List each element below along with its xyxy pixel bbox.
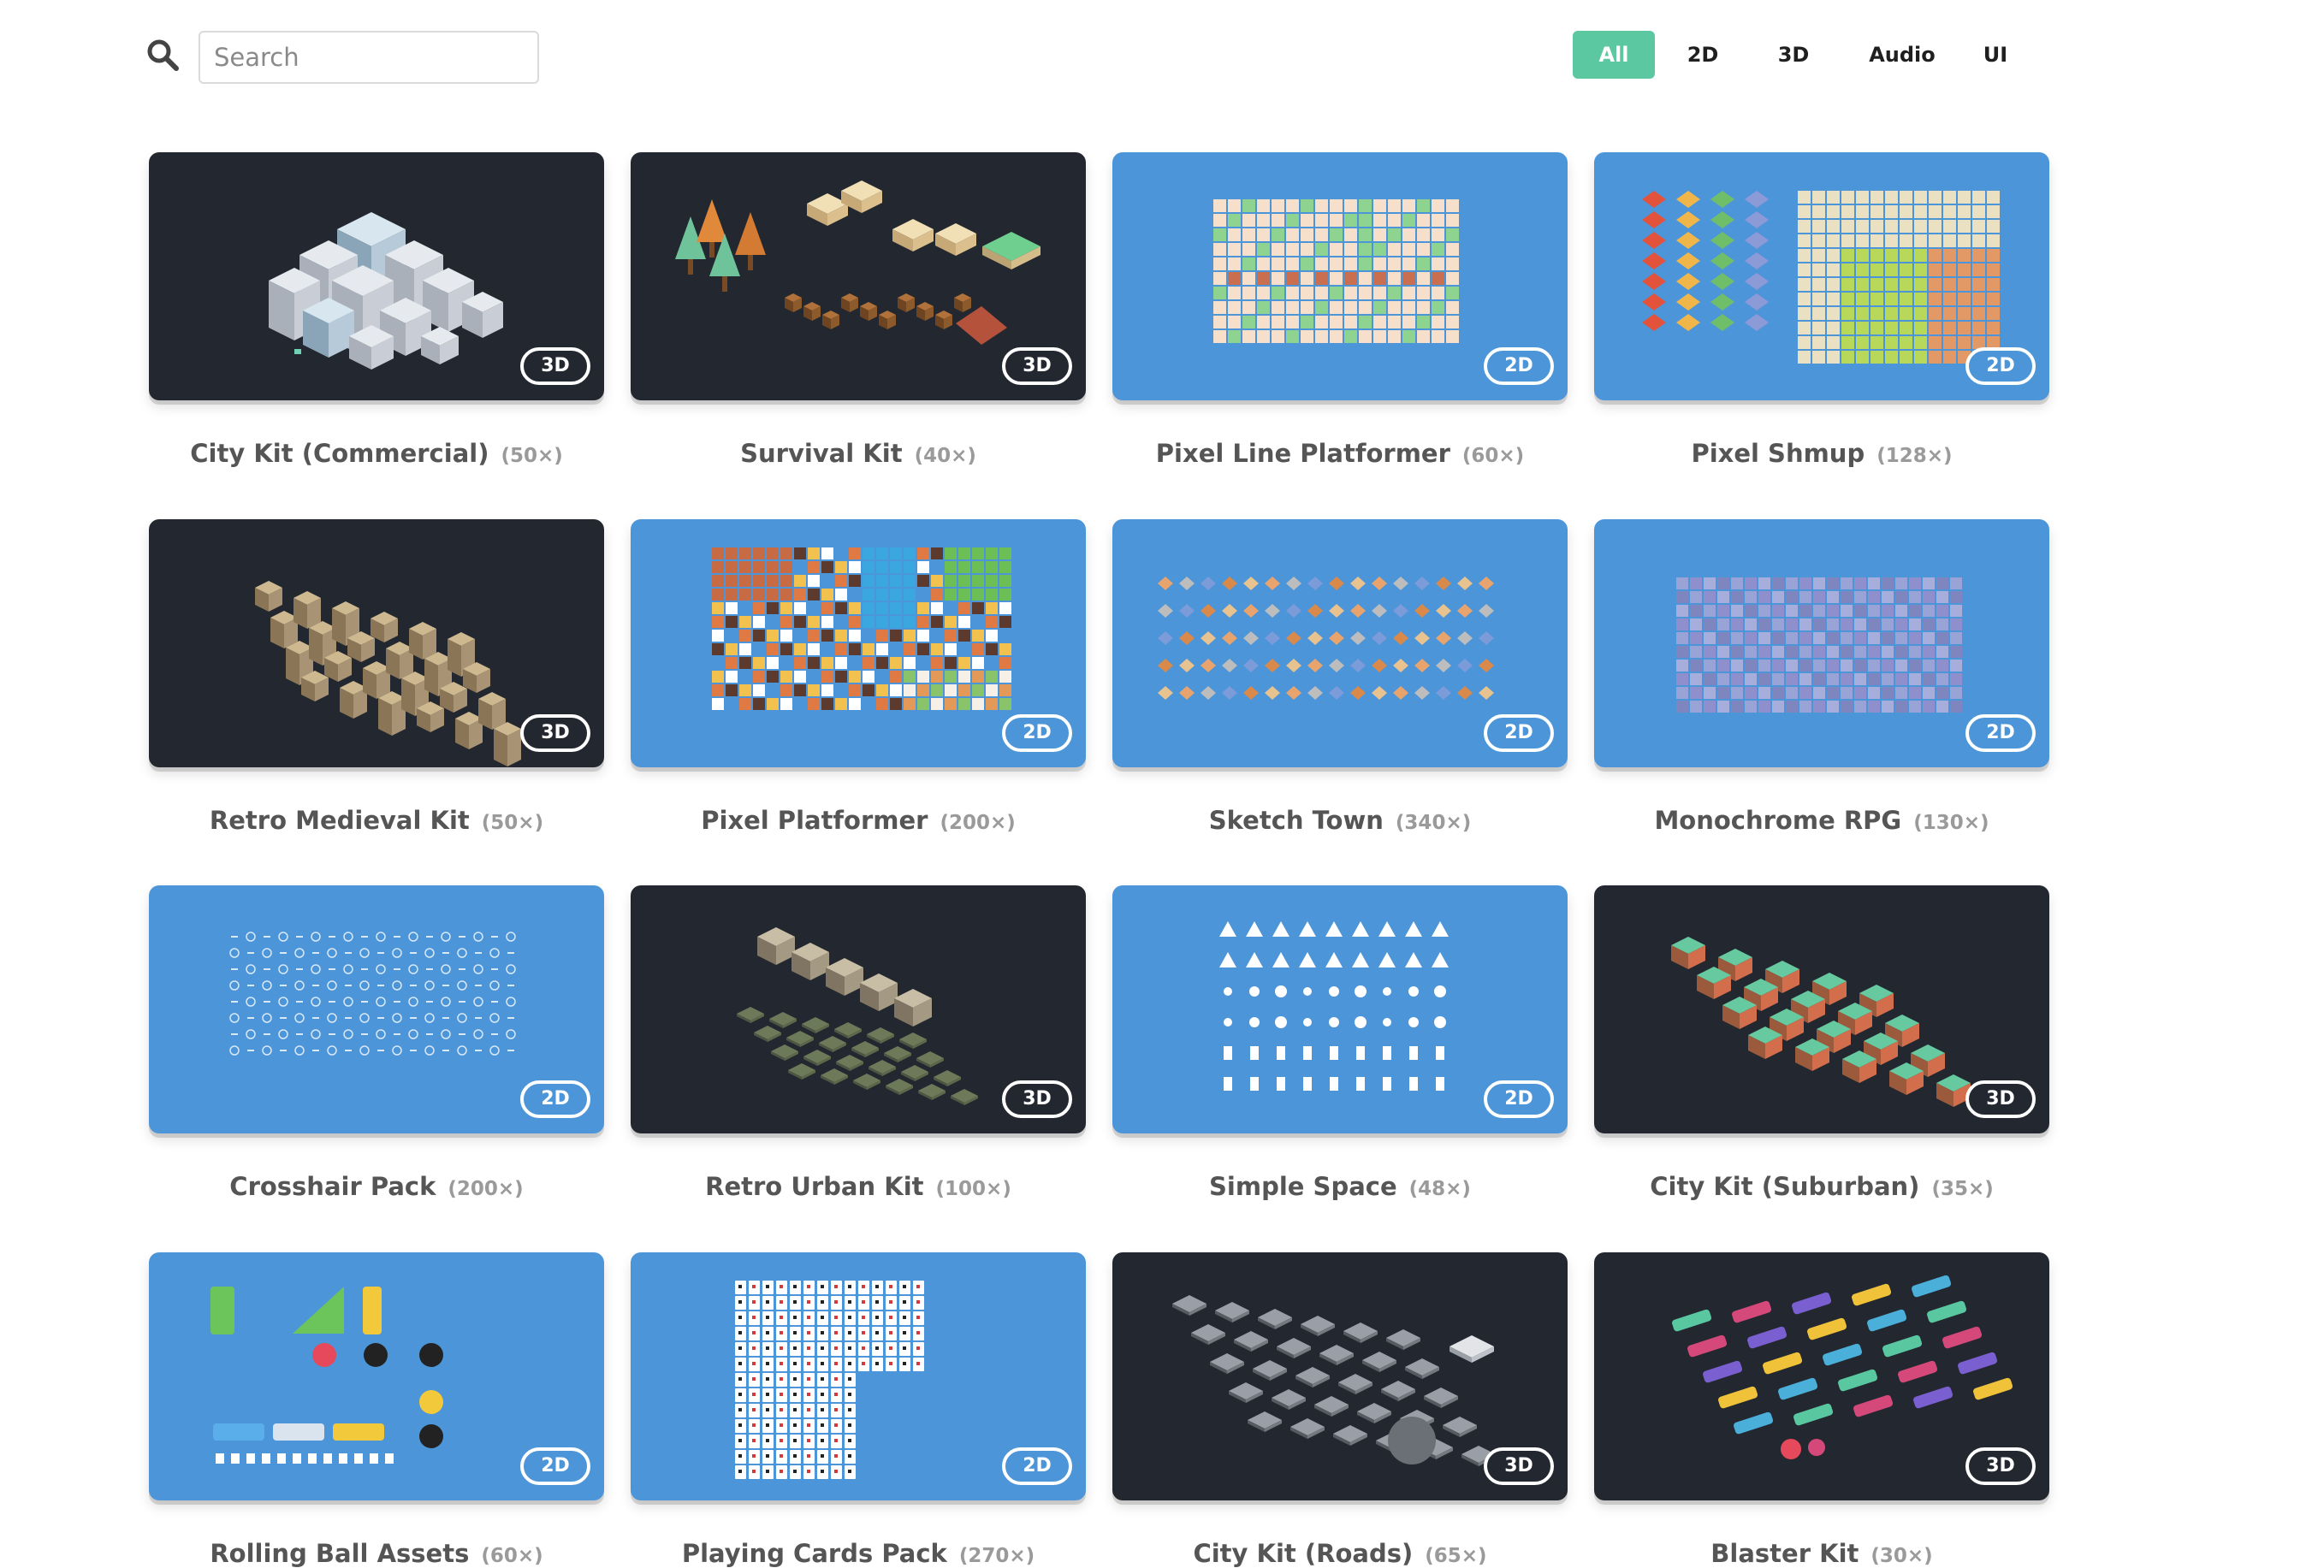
asset-count: (40×): [914, 445, 976, 467]
asset-caption[interactable]: Blaster Kit (30×): [1594, 1539, 2049, 1568]
asset-thumbnail[interactable]: 2D: [1594, 519, 2049, 767]
asset-thumbnail[interactable]: 3D: [631, 885, 1086, 1133]
asset-caption[interactable]: Retro Medieval Kit (50×): [149, 806, 604, 835]
asset-type-badge: 2D: [1965, 714, 2036, 752]
asset-count: (50×): [481, 812, 544, 834]
asset-thumbnail[interactable]: 3D: [1594, 1252, 2049, 1500]
asset-thumbnail[interactable]: 3D: [1112, 1252, 1568, 1500]
asset-type-badge: 2D: [1484, 714, 1554, 752]
asset-thumbnail[interactable]: 3D: [149, 152, 604, 400]
filter-3d[interactable]: 3D: [1754, 31, 1833, 79]
asset-type-badge: 3D: [1484, 1447, 1554, 1485]
asset-caption[interactable]: Sketch Town (340×): [1112, 806, 1568, 835]
asset-caption[interactable]: Survival Kit (40×): [631, 439, 1086, 468]
asset-caption[interactable]: Crosshair Pack (200×): [149, 1172, 604, 1201]
asset-caption[interactable]: City Kit (Roads) (65×): [1112, 1539, 1568, 1568]
asset-name[interactable]: Retro Medieval Kit: [210, 806, 470, 835]
search-icon[interactable]: [145, 38, 180, 72]
asset-caption[interactable]: Monochrome RPG (130×): [1594, 806, 2049, 835]
asset-count: (100×): [935, 1178, 1011, 1200]
asset-type-badge: 3D: [1965, 1447, 2036, 1485]
asset-thumbnail[interactable]: 3D: [149, 519, 604, 767]
asset-caption[interactable]: City Kit (Commercial) (50×): [149, 439, 604, 468]
asset-name[interactable]: Sketch Town: [1209, 806, 1384, 835]
asset-name[interactable]: Pixel Shmup: [1691, 439, 1865, 468]
asset-caption[interactable]: Playing Cards Pack (270×): [631, 1539, 1086, 1568]
asset-thumbnail[interactable]: 2D: [149, 1252, 604, 1500]
asset-caption[interactable]: Retro Urban Kit (100×): [631, 1172, 1086, 1201]
asset-thumbnail[interactable]: 2D: [1112, 885, 1568, 1133]
asset-type-badge: 2D: [1002, 1447, 1072, 1485]
asset-count: (65×): [1425, 1545, 1487, 1567]
asset-name[interactable]: City Kit (Roads): [1193, 1539, 1413, 1568]
asset-count: (60×): [481, 1545, 543, 1567]
search-input[interactable]: [199, 31, 539, 84]
asset-name[interactable]: Blaster Kit: [1710, 1539, 1859, 1568]
asset-thumbnail[interactable]: 2D: [1594, 152, 2049, 400]
asset-name[interactable]: Crosshair Pack: [229, 1172, 436, 1201]
asset-count: (200×): [448, 1178, 524, 1200]
asset-count: (270×): [958, 1545, 1035, 1567]
asset-name[interactable]: City Kit (Suburban): [1650, 1172, 1919, 1201]
asset-type-badge: 2D: [1965, 347, 2036, 385]
asset-name[interactable]: Rolling Ball Assets: [210, 1539, 469, 1568]
asset-type-badge: 3D: [1965, 1080, 2036, 1118]
asset-thumbnail[interactable]: 3D: [1594, 885, 2049, 1133]
asset-type-badge: 3D: [1002, 1080, 1072, 1118]
asset-thumbnail[interactable]: 2D: [1112, 519, 1568, 767]
asset-type-badge: 3D: [1002, 347, 1072, 385]
asset-type-badge: 3D: [520, 347, 590, 385]
asset-name[interactable]: Pixel Platformer: [701, 806, 928, 835]
asset-type-badge: 2D: [520, 1447, 590, 1485]
asset-caption[interactable]: Pixel Line Platformer (60×): [1112, 439, 1568, 468]
asset-thumbnail[interactable]: 2D: [631, 1252, 1086, 1500]
asset-thumbnail[interactable]: 3D: [631, 152, 1086, 400]
asset-type-badge: 3D: [520, 714, 590, 752]
asset-type-badge: 2D: [520, 1080, 590, 1118]
asset-count: (30×): [1870, 1545, 1933, 1567]
filter-ui[interactable]: UI: [1963, 31, 2028, 79]
filter-all[interactable]: All: [1573, 31, 1655, 79]
filter-2d[interactable]: 2D: [1663, 31, 1742, 79]
asset-caption[interactable]: Rolling Ball Assets (60×): [149, 1539, 604, 1568]
asset-count: (200×): [940, 812, 1016, 834]
asset-count: (48×): [1408, 1178, 1471, 1200]
asset-count: (35×): [1931, 1178, 1994, 1200]
asset-caption[interactable]: City Kit (Suburban) (35×): [1594, 1172, 2049, 1201]
asset-type-badge: 2D: [1002, 714, 1072, 752]
asset-thumbnail[interactable]: 2D: [631, 519, 1086, 767]
asset-type-badge: 2D: [1484, 347, 1554, 385]
asset-name[interactable]: Survival Kit: [740, 439, 902, 468]
asset-count: (128×): [1876, 445, 1953, 467]
asset-thumbnail[interactable]: 2D: [149, 885, 604, 1133]
asset-name[interactable]: Monochrome RPG: [1654, 806, 1901, 835]
asset-count: (60×): [1461, 445, 1525, 467]
asset-type-badge: 2D: [1484, 1080, 1554, 1118]
asset-name[interactable]: Playing Cards Pack: [682, 1539, 947, 1568]
asset-caption[interactable]: Simple Space (48×): [1112, 1172, 1568, 1201]
asset-thumbnail[interactable]: 2D: [1112, 152, 1568, 400]
asset-count: (340×): [1395, 812, 1472, 834]
asset-name[interactable]: City Kit (Commercial): [190, 439, 489, 468]
asset-name[interactable]: Simple Space: [1209, 1172, 1397, 1201]
asset-caption[interactable]: Pixel Shmup (128×): [1594, 439, 2049, 468]
filter-audio[interactable]: Audio: [1853, 31, 1951, 79]
asset-name[interactable]: Retro Urban Kit: [705, 1172, 923, 1201]
asset-count: (50×): [501, 445, 563, 467]
asset-caption[interactable]: Pixel Platformer (200×): [631, 806, 1086, 835]
asset-count: (130×): [1913, 812, 1989, 834]
asset-name[interactable]: Pixel Line Platformer: [1156, 439, 1450, 468]
